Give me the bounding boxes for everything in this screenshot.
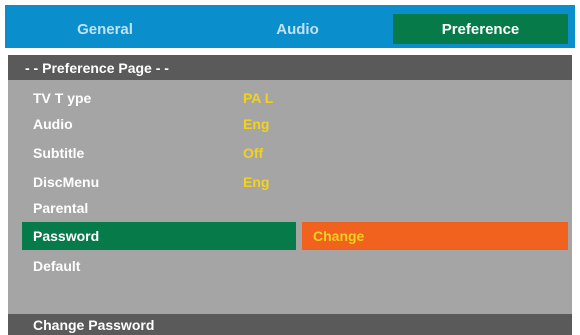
setting-row-subtitle[interactable]: Subtitle Off	[8, 139, 572, 167]
setting-row-password[interactable]: Password Change	[8, 222, 572, 250]
setting-label: TV T ype	[33, 90, 92, 106]
setting-row-discmenu[interactable]: DiscMenu Eng	[8, 168, 572, 196]
tab-general[interactable]: General	[15, 14, 195, 44]
setting-label: Audio	[33, 116, 73, 132]
setting-value: Eng	[243, 116, 270, 132]
settings-panel: - - Preference Page - - TV T ype PA L Au…	[8, 55, 572, 335]
setting-row-tv-type[interactable]: TV T ype PA L	[8, 84, 572, 112]
dvd-setup-screen: General Audio Preference - - Preference …	[0, 0, 580, 335]
setting-value: Off	[243, 145, 264, 161]
setting-label: Password	[33, 228, 100, 244]
setting-value[interactable]: Change	[313, 222, 364, 250]
setting-row-parental[interactable]: Parental	[8, 194, 572, 222]
tab-bar: General Audio Preference	[5, 5, 575, 48]
status-hint: Change Password	[8, 314, 572, 335]
setting-label: Parental	[33, 200, 89, 216]
setting-row-default[interactable]: Default	[8, 252, 572, 280]
setting-value: PA L	[243, 90, 274, 106]
setting-label: Subtitle	[33, 145, 85, 161]
tab-preference[interactable]: Preference	[393, 14, 568, 44]
page-title: - - Preference Page - -	[8, 55, 572, 80]
setting-label: Default	[33, 258, 81, 274]
setting-label: DiscMenu	[33, 174, 100, 190]
tab-audio[interactable]: Audio	[205, 14, 390, 44]
setting-value: Eng	[243, 174, 270, 190]
setting-row-audio[interactable]: Audio Eng	[8, 110, 572, 138]
